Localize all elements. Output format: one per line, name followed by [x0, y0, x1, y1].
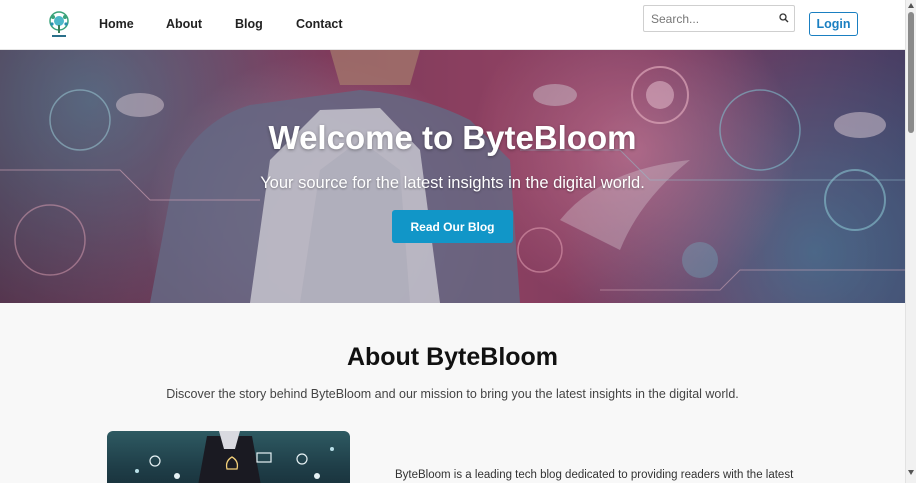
search-input[interactable]: [644, 6, 772, 31]
about-image: [107, 431, 350, 483]
scroll-down-arrow-icon[interactable]: [908, 470, 914, 475]
about-description: Discover the story behind ByteBloom and …: [166, 387, 739, 401]
nav-about[interactable]: About: [166, 17, 202, 31]
hero-title: Welcome to ByteBloom: [268, 119, 637, 156]
site-header: Home About Blog Contact Login: [0, 0, 905, 50]
login-button[interactable]: Login: [809, 12, 858, 36]
search-icon[interactable]: [779, 10, 789, 23]
about-body-text: ByteBloom is a leading tech blog dedicat…: [395, 469, 794, 481]
nav-contact[interactable]: Contact: [296, 17, 343, 31]
about-title: About ByteBloom: [346, 343, 559, 371]
bytebloom-logo-icon[interactable]: [46, 10, 72, 40]
read-our-blog-button[interactable]: Read Our Blog: [392, 210, 513, 243]
hero-banner: Welcome to ByteBloom Your source for the…: [0, 50, 905, 303]
nav-home[interactable]: Home: [99, 17, 134, 31]
search-box: [643, 5, 795, 32]
scroll-up-arrow-icon[interactable]: [908, 3, 914, 8]
hero-subtitle: Your source for the latest insights in t…: [260, 174, 645, 192]
page-scrollbar[interactable]: [905, 0, 916, 483]
scrollbar-thumb[interactable]: [908, 12, 914, 133]
nav-blog[interactable]: Blog: [235, 17, 263, 31]
